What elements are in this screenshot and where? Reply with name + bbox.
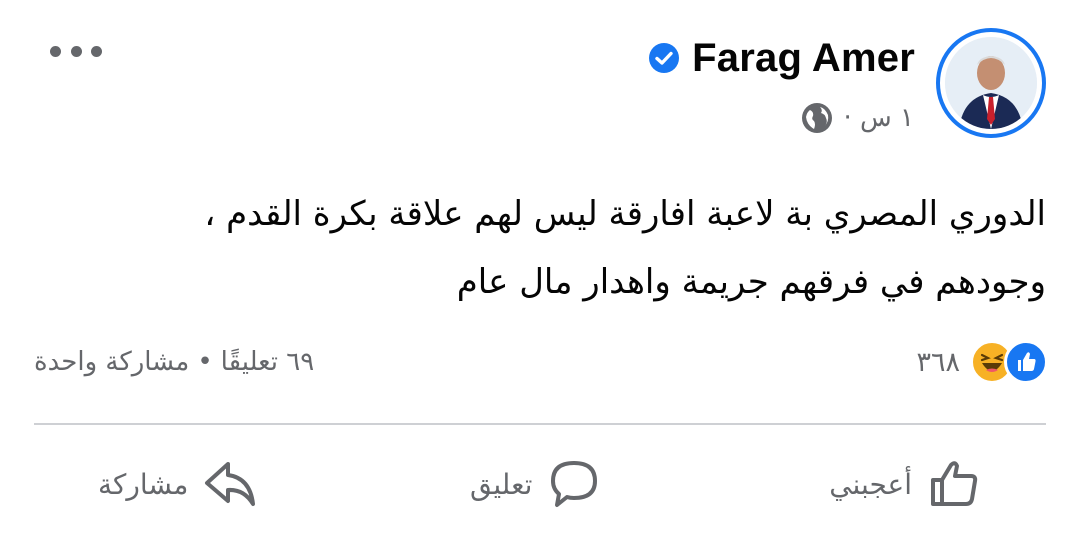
divider <box>34 423 1046 425</box>
like-reaction-icon <box>1004 340 1048 384</box>
verified-badge-icon <box>649 43 680 73</box>
post-time[interactable]: ١ س · <box>843 103 914 133</box>
reaction-count: ٣٦٨ <box>916 346 960 378</box>
post-meta: ١ س · <box>801 96 914 140</box>
comment-icon <box>551 461 598 507</box>
author-header: Farag Amer <box>648 30 915 86</box>
share-icon <box>205 462 256 506</box>
shares-count[interactable]: مشاركة واحدة <box>34 347 189 377</box>
comment-button[interactable]: تعليق <box>470 452 602 516</box>
reactions-summary[interactable]: ٣٦٨ <box>916 338 1048 386</box>
post-line: الدوري المصري بة لاعبة افارقة ليس لهم عل… <box>204 194 1046 234</box>
comments-count[interactable]: ٦٩ تعليقًا <box>221 347 315 377</box>
post-body: الدوري المصري بة لاعبة افارقة ليس لهم عل… <box>36 180 1046 316</box>
globe-icon <box>802 103 833 133</box>
comment-label: تعليق <box>470 467 533 501</box>
stats-separator: • <box>197 347 213 377</box>
more-options-icon[interactable] <box>50 34 102 68</box>
author-name[interactable]: Farag Amer <box>692 36 915 81</box>
thumbs-up-icon <box>931 461 978 506</box>
like-button[interactable]: أعجبني <box>829 452 982 516</box>
share-button[interactable]: مشاركة <box>98 452 258 516</box>
post-line: وجودهم في فرقهم جريمة واهدار مال عام <box>456 262 1046 302</box>
avatar[interactable] <box>936 28 1046 138</box>
engagement-stats: ٦٩ تعليقًا • مشاركة واحدة <box>34 338 314 386</box>
like-label: أعجبني <box>829 467 912 501</box>
share-label: مشاركة <box>98 467 189 501</box>
avatar-photo <box>945 37 1037 129</box>
